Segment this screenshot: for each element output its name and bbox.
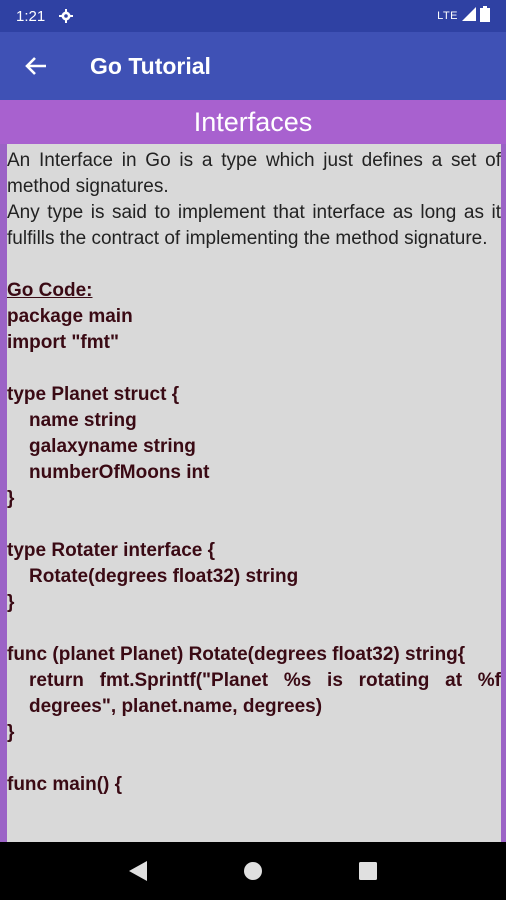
code-line: func main() { [7, 774, 123, 795]
back-button[interactable] [22, 52, 50, 80]
code-line: name string [29, 410, 137, 431]
code-line: type Planet struct { [7, 384, 180, 405]
app-title: Go Tutorial [90, 52, 211, 79]
back-triangle-icon [128, 861, 147, 881]
gear-icon [59, 9, 74, 23]
home-circle-icon [243, 862, 262, 880]
content-panel[interactable]: An Interface in Go is a type which just … [7, 144, 501, 842]
app-bar: Go Tutorial [0, 32, 506, 100]
code-line: import "fmt" [7, 332, 119, 353]
status-bar: 1:21 LTE [0, 0, 506, 32]
code-line: } [7, 722, 15, 743]
nav-recents-button[interactable] [353, 856, 383, 886]
code-line: } [7, 592, 15, 613]
code-heading: Go Code: [7, 280, 93, 301]
arrow-left-icon [25, 57, 46, 75]
code-line: } [7, 488, 15, 509]
signal-icon [462, 7, 476, 25]
network-type-label: LTE [437, 10, 458, 22]
intro-line-2: Any type is said to implement that inter… [7, 202, 501, 249]
code-line: return fmt.Sprintf("Planet %s is rotatin… [29, 670, 501, 717]
status-icons: LTE [437, 6, 490, 26]
code-line: type Rotater interface { [7, 540, 216, 561]
code-line: package main [7, 306, 133, 327]
code-line: Rotate(degrees float32) string [29, 566, 299, 587]
system-nav-bar [0, 842, 506, 900]
page-title: Interfaces [0, 100, 506, 144]
nav-back-button[interactable] [123, 856, 153, 886]
code-line: numberOfMoons int [29, 462, 210, 483]
nav-home-button[interactable] [238, 856, 268, 886]
battery-icon [480, 6, 490, 26]
code-line: galaxyname string [29, 436, 196, 457]
code-line: func (planet Planet) Rotate(degrees floa… [7, 644, 466, 665]
recents-square-icon [359, 862, 378, 880]
status-time: 1:21 [16, 7, 46, 25]
intro-line-1: An Interface in Go is a type which just … [7, 150, 501, 197]
